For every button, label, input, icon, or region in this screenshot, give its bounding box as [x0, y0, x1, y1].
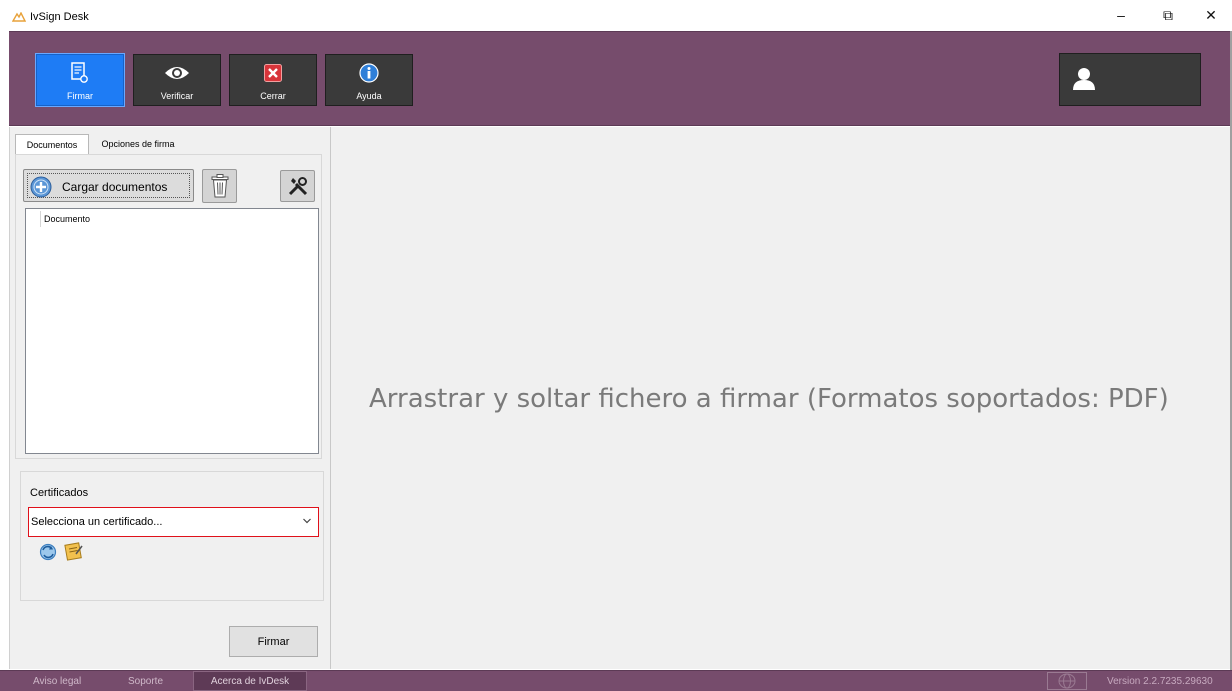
- certificate-select[interactable]: Selecciona un certificado...: [28, 507, 319, 537]
- firmar-button[interactable]: Firmar: [229, 626, 318, 657]
- eye-icon: [134, 61, 220, 85]
- delete-documents-button[interactable]: [202, 169, 237, 203]
- soporte-link[interactable]: Soporte: [128, 676, 163, 687]
- maximize-button[interactable]: ⧉: [1151, 4, 1185, 26]
- notes-icon[interactable]: [64, 541, 84, 561]
- close-icon: [230, 61, 316, 85]
- info-icon: [326, 61, 412, 85]
- title-bar: IvSign Desk – ⧉ ✕: [0, 0, 1232, 31]
- document-list[interactable]: Documento: [25, 208, 319, 454]
- document-sign-icon: [37, 61, 123, 85]
- cargar-documentos-label: Cargar documentos: [62, 180, 168, 194]
- ayuda-toolbar-button[interactable]: Ayuda: [325, 54, 413, 106]
- tab-documentos[interactable]: Documentos: [15, 134, 89, 154]
- tab-opciones-de-firma[interactable]: Opciones de firma: [93, 134, 183, 154]
- user-icon: [1073, 68, 1095, 90]
- window-title: IvSign Desk: [30, 11, 89, 23]
- refresh-icon[interactable]: [38, 543, 58, 561]
- main-toolbar: Firmar Verificar Cerrar Ayuda: [9, 31, 1230, 126]
- drop-zone[interactable]: Arrastrar y soltar fichero a firmar (For…: [331, 127, 1230, 669]
- certificate-select-value: Selecciona un certificado...: [31, 516, 163, 528]
- close-window-button[interactable]: ✕: [1194, 4, 1228, 26]
- chevron-down-icon: [303, 518, 311, 524]
- app-logo-icon: [12, 12, 26, 22]
- cargar-documentos-button[interactable]: Cargar documentos: [23, 169, 194, 202]
- ayuda-toolbar-label: Ayuda: [356, 91, 382, 101]
- language-globe-icon[interactable]: [1047, 672, 1087, 690]
- verificar-toolbar-button[interactable]: Verificar: [133, 54, 221, 106]
- tools-icon: [288, 177, 307, 196]
- settings-tools-button[interactable]: [280, 170, 315, 202]
- cerrar-toolbar-label: Cerrar: [260, 91, 286, 101]
- certificados-group: Certificados Selecciona un certificado..…: [20, 471, 324, 601]
- column-separator: [40, 211, 41, 227]
- version-text: Version 2.2.7235.29630: [1107, 676, 1213, 687]
- trash-icon: [211, 174, 228, 198]
- minimize-button[interactable]: –: [1104, 4, 1138, 26]
- certificados-title: Certificados: [30, 487, 89, 499]
- cerrar-toolbar-button[interactable]: Cerrar: [229, 54, 317, 106]
- left-panel: Documentos Opciones de firma Cargar docu…: [9, 127, 331, 669]
- verificar-toolbar-label: Verificar: [160, 91, 194, 101]
- add-circle-icon: [30, 176, 52, 198]
- firmar-toolbar-label: Firmar: [67, 91, 93, 101]
- status-bar: Aviso legal Soporte Acerca de IvDesk Ver…: [0, 670, 1232, 691]
- acerca-de-link[interactable]: Acerca de IvDesk: [193, 671, 307, 691]
- aviso-legal-link[interactable]: Aviso legal: [33, 676, 81, 687]
- documento-column-header[interactable]: Documento: [44, 214, 90, 224]
- firmar-toolbar-button[interactable]: Firmar: [35, 53, 125, 107]
- user-account-button[interactable]: [1059, 53, 1201, 106]
- drop-zone-message: Arrastrar y soltar fichero a firmar (For…: [369, 384, 1169, 414]
